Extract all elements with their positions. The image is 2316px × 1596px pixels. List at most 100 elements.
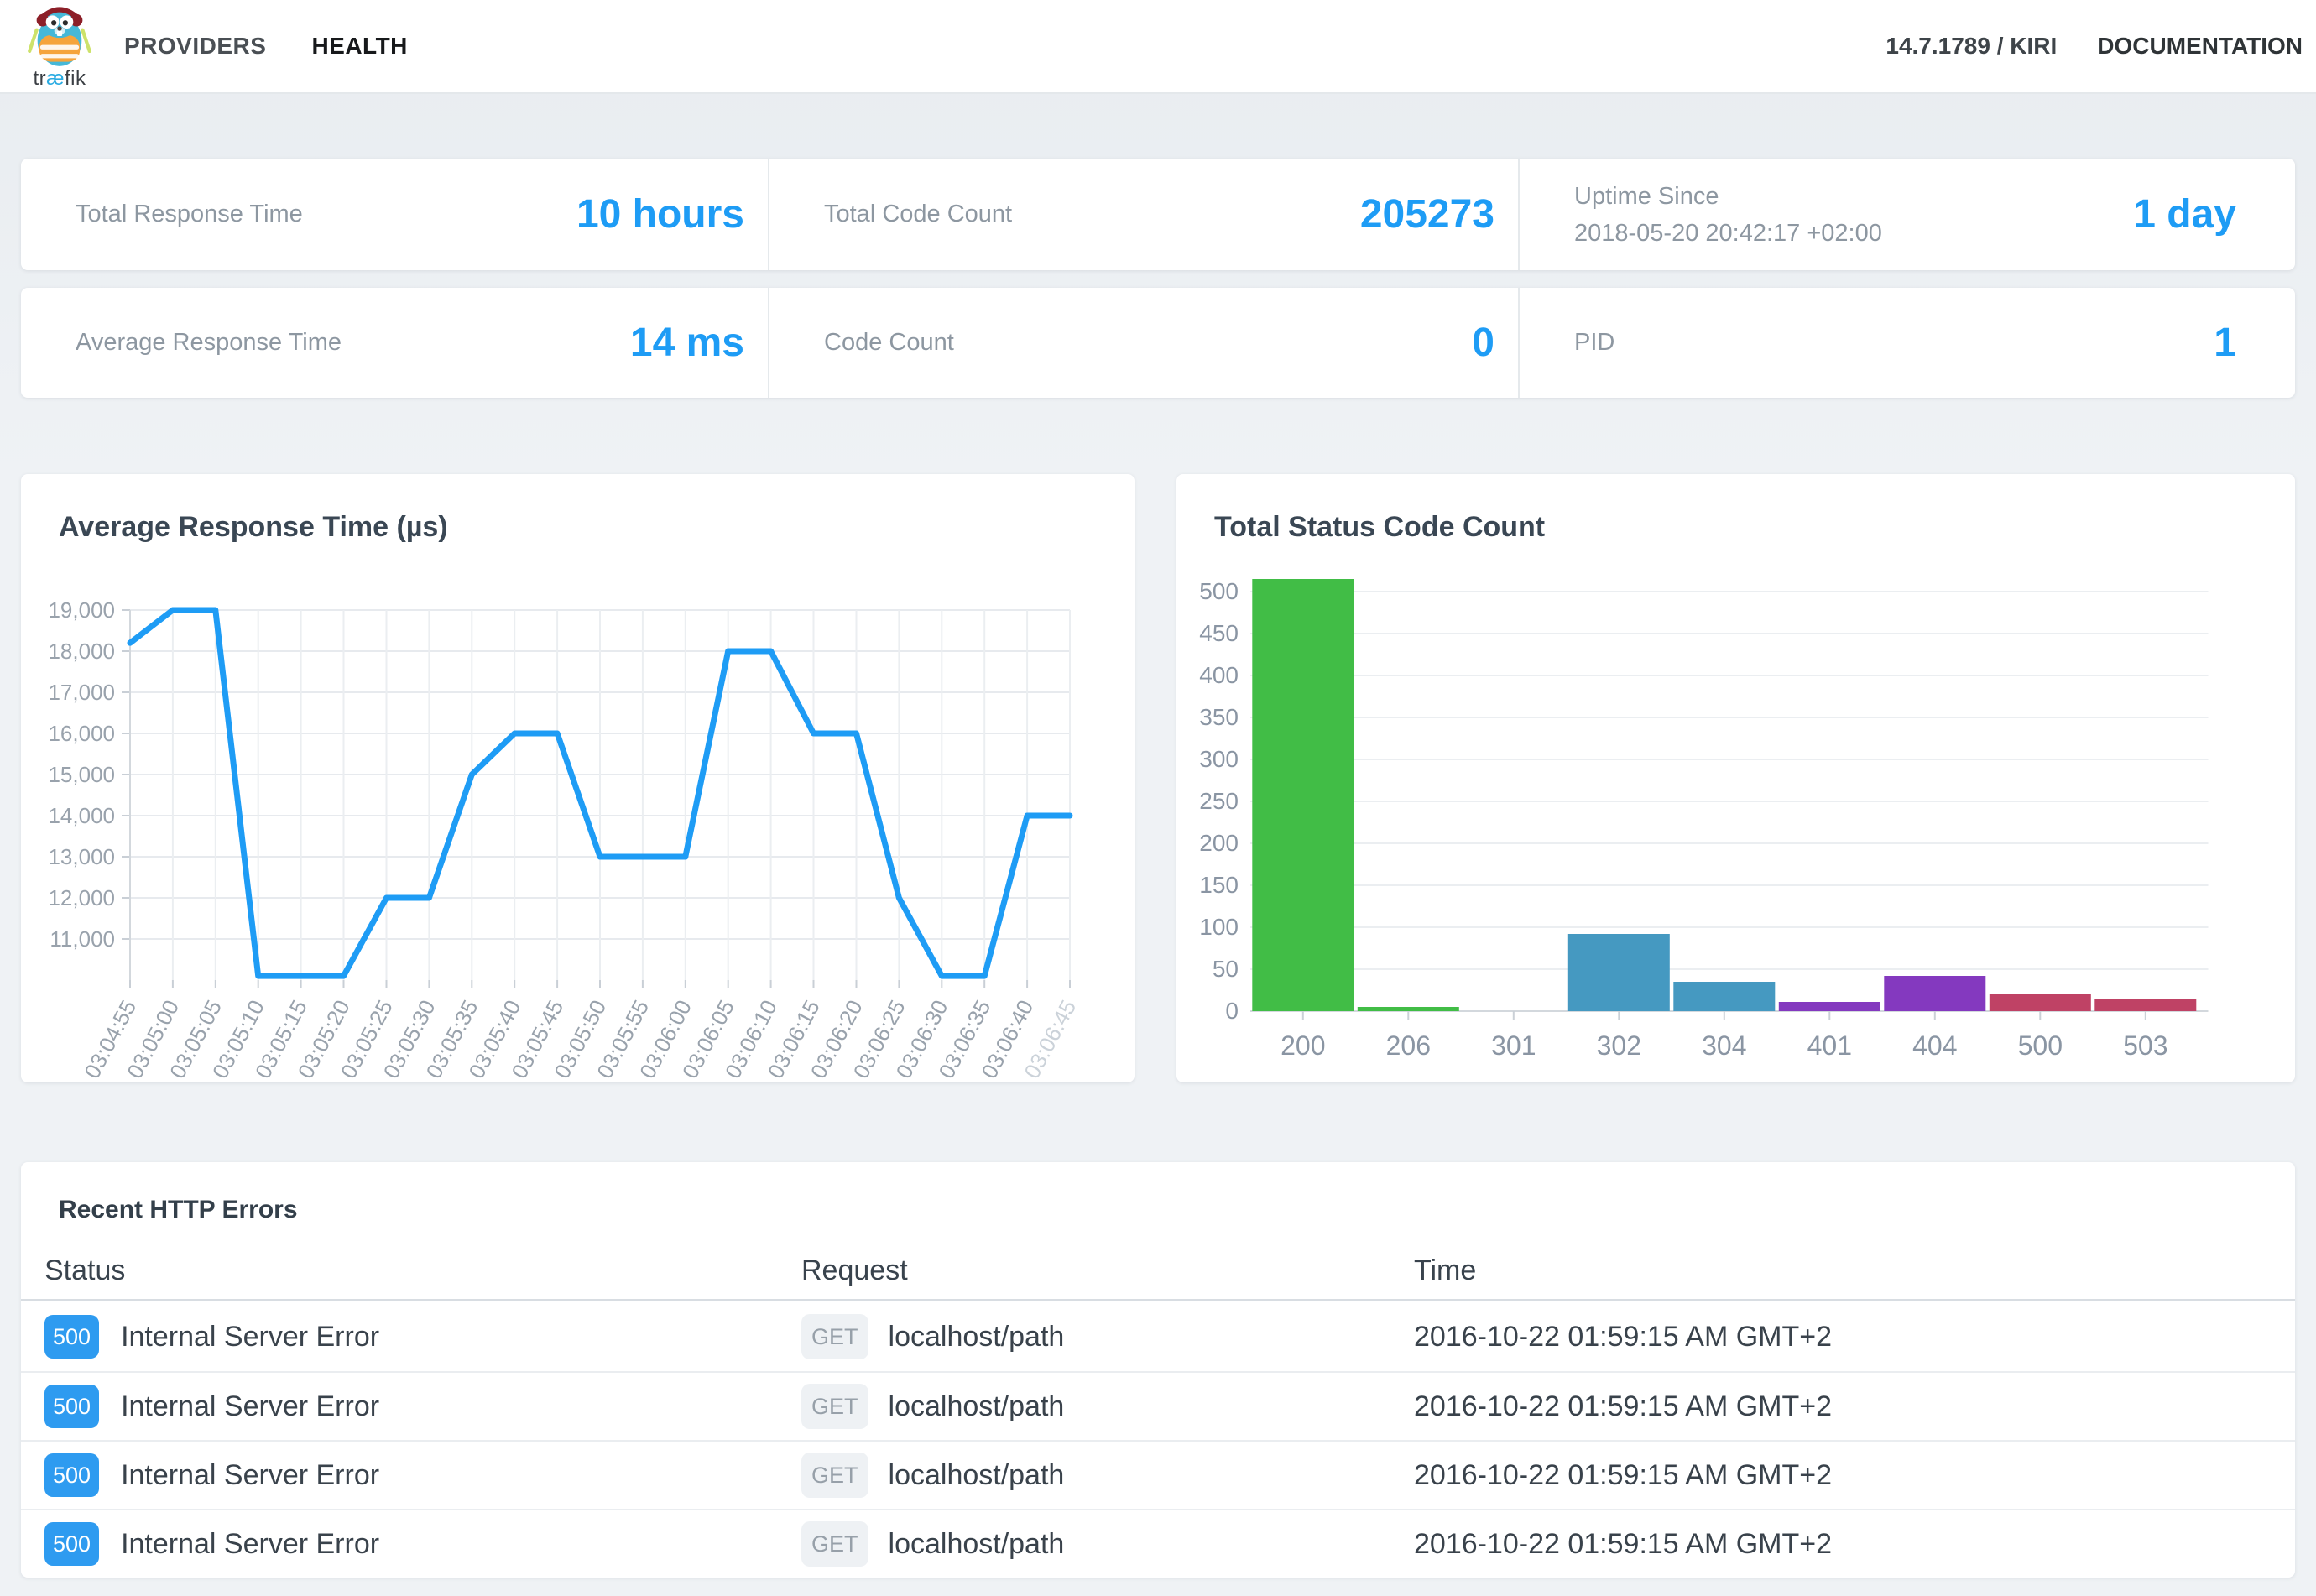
stat-label: Total Response Time bbox=[76, 201, 303, 228]
svg-text:450: 450 bbox=[1199, 620, 1239, 646]
status-code-badge: 500 bbox=[44, 1385, 99, 1428]
stat-total-code-count: Total Code Count 205273 bbox=[768, 159, 1518, 270]
request-cell: GET localhost/path bbox=[801, 1314, 1414, 1359]
error-time: 2016-10-22 01:59:15 AM GMT+2 bbox=[1414, 1390, 2295, 1423]
column-header-status: Status bbox=[21, 1254, 801, 1287]
error-time: 2016-10-22 01:59:15 AM GMT+2 bbox=[1414, 1528, 2295, 1561]
column-header-time: Time bbox=[1414, 1254, 2295, 1287]
errors-table-body: 500 Internal Server Error GET localhost/… bbox=[21, 1302, 2295, 1578]
avg-response-time-chart-card: Average Response Time (µs) 19,00018,0001… bbox=[21, 474, 1135, 1082]
svg-text:250: 250 bbox=[1199, 788, 1239, 814]
traefik-gopher-icon bbox=[26, 3, 93, 67]
header-right: 14.7.1789 / KIRI DOCUMENTATION bbox=[1886, 0, 2303, 92]
time-cell: 2016-10-22 01:59:15 AM GMT+2 bbox=[1414, 1459, 2295, 1492]
svg-text:18,000: 18,000 bbox=[48, 639, 115, 664]
stat-sublabel: 2018-05-20 20:42:17 +02:00 bbox=[1574, 215, 1882, 252]
traefik-health-dashboard: træfik PROVIDERS HEALTH 14.7.1789 / KIRI… bbox=[0, 0, 2316, 1596]
request-cell: GET localhost/path bbox=[801, 1453, 1414, 1498]
traefik-logo: træfik bbox=[22, 3, 97, 91]
svg-text:14,000: 14,000 bbox=[48, 803, 115, 828]
request-path: localhost/path bbox=[889, 1390, 1065, 1423]
error-time: 2016-10-22 01:59:15 AM GMT+2 bbox=[1414, 1321, 2295, 1353]
nav-item-providers[interactable]: PROVIDERS bbox=[124, 33, 266, 60]
stat-code-count: Code Count 0 bbox=[768, 288, 1518, 398]
stat-value: 205273 bbox=[1360, 191, 1494, 237]
stat-label: PID bbox=[1574, 329, 1614, 357]
time-cell: 2016-10-22 01:59:15 AM GMT+2 bbox=[1414, 1321, 2295, 1353]
svg-text:0: 0 bbox=[1225, 998, 1239, 1024]
request-path: localhost/path bbox=[889, 1528, 1065, 1561]
svg-text:200: 200 bbox=[1199, 830, 1239, 856]
svg-text:500: 500 bbox=[1199, 578, 1239, 604]
traefik-wordmark: træfik bbox=[22, 67, 97, 91]
top-nav-bar: træfik PROVIDERS HEALTH 14.7.1789 / KIRI… bbox=[0, 0, 2316, 94]
svg-text:16,000: 16,000 bbox=[48, 721, 115, 746]
status-cell: 500 Internal Server Error bbox=[21, 1385, 801, 1428]
stat-value: 10 hours bbox=[576, 191, 744, 237]
stat-label: Average Response Time bbox=[76, 329, 342, 357]
status-code-bar-chart: 0501001502002503003504004505002002063013… bbox=[1176, 474, 2295, 1087]
http-method-badge: GET bbox=[801, 1521, 868, 1567]
time-cell: 2016-10-22 01:59:15 AM GMT+2 bbox=[1414, 1528, 2295, 1561]
stat-pid: PID 1 bbox=[1518, 288, 2295, 398]
svg-text:200: 200 bbox=[1281, 1030, 1325, 1061]
request-path: localhost/path bbox=[889, 1459, 1065, 1492]
svg-text:500: 500 bbox=[2018, 1030, 2063, 1061]
time-cell: 2016-10-22 01:59:15 AM GMT+2 bbox=[1414, 1390, 2295, 1423]
nav-item-health[interactable]: HEALTH bbox=[311, 33, 407, 60]
svg-text:206: 206 bbox=[1386, 1030, 1431, 1061]
svg-text:350: 350 bbox=[1199, 704, 1239, 730]
status-text: Internal Server Error bbox=[121, 1528, 379, 1561]
status-cell: 500 Internal Server Error bbox=[21, 1453, 801, 1497]
main-nav: PROVIDERS HEALTH bbox=[124, 0, 408, 92]
error-time: 2016-10-22 01:59:15 AM GMT+2 bbox=[1414, 1459, 2295, 1492]
http-method-badge: GET bbox=[801, 1453, 868, 1498]
svg-text:50: 50 bbox=[1213, 956, 1239, 982]
svg-text:503: 503 bbox=[2123, 1030, 2167, 1061]
svg-text:300: 300 bbox=[1199, 746, 1239, 772]
errors-table-title: Recent HTTP Errors bbox=[59, 1196, 298, 1224]
svg-text:100: 100 bbox=[1199, 914, 1239, 940]
table-row: 500 Internal Server Error GET localhost/… bbox=[21, 1371, 2295, 1440]
svg-text:15,000: 15,000 bbox=[48, 762, 115, 787]
version-label: 14.7.1789 / KIRI bbox=[1886, 33, 2057, 60]
request-path: localhost/path bbox=[889, 1321, 1065, 1353]
stat-average-response-time: Average Response Time 14 ms bbox=[21, 288, 768, 398]
status-code-chart-card: Total Status Code Count 0501001502002503… bbox=[1176, 474, 2295, 1082]
table-row: 500 Internal Server Error GET localhost/… bbox=[21, 1509, 2295, 1578]
status-text: Internal Server Error bbox=[121, 1390, 379, 1423]
status-code-badge: 500 bbox=[44, 1453, 99, 1497]
stat-uptime-since: Uptime Since 2018-05-20 20:42:17 +02:00 … bbox=[1518, 159, 2295, 270]
response-time-line-chart: 19,000 18,000 17,000 16,000 15,000 14,000 13,0… bbox=[21, 474, 1135, 1087]
svg-text:13,000: 13,000 bbox=[48, 844, 115, 869]
stat-label: Code Count bbox=[824, 329, 954, 357]
table-row: 500 Internal Server Error GET localhost/… bbox=[21, 1440, 2295, 1509]
stat-label: Uptime Since bbox=[1574, 178, 1882, 215]
svg-text:301: 301 bbox=[1491, 1030, 1536, 1061]
table-row: 500 Internal Server Error GET localhost/… bbox=[21, 1302, 2295, 1371]
documentation-link[interactable]: DOCUMENTATION bbox=[2097, 33, 2303, 60]
stat-total-response-time: Total Response Time 10 hours bbox=[21, 159, 768, 270]
svg-text:150: 150 bbox=[1199, 872, 1239, 898]
status-code-badge: 500 bbox=[44, 1315, 99, 1359]
status-cell: 500 Internal Server Error bbox=[21, 1522, 801, 1566]
status-text: Internal Server Error bbox=[121, 1459, 379, 1492]
status-text: Internal Server Error bbox=[121, 1321, 379, 1353]
svg-text:17,000: 17,000 bbox=[48, 680, 115, 705]
stat-value: 1 bbox=[2214, 320, 2236, 366]
svg-text:401: 401 bbox=[1807, 1030, 1852, 1061]
stat-value: 14 ms bbox=[630, 320, 744, 366]
svg-text:12,000: 12,000 bbox=[48, 885, 115, 910]
column-header-request: Request bbox=[801, 1254, 1414, 1287]
errors-table-header: Status Request Time bbox=[21, 1242, 2295, 1301]
stat-value: 1 day bbox=[2133, 191, 2236, 237]
request-cell: GET localhost/path bbox=[801, 1384, 1414, 1429]
status-cell: 500 Internal Server Error bbox=[21, 1315, 801, 1359]
stat-value: 0 bbox=[1472, 320, 1494, 366]
svg-text:404: 404 bbox=[1912, 1030, 1957, 1061]
http-method-badge: GET bbox=[801, 1384, 868, 1429]
recent-http-errors-card: Recent HTTP Errors Status Request Time 5… bbox=[21, 1162, 2295, 1578]
svg-text:19,000: 19,000 bbox=[48, 597, 115, 623]
stats-card-current: Average Response Time 14 ms Code Count 0… bbox=[21, 288, 2295, 398]
request-cell: GET localhost/path bbox=[801, 1521, 1414, 1567]
